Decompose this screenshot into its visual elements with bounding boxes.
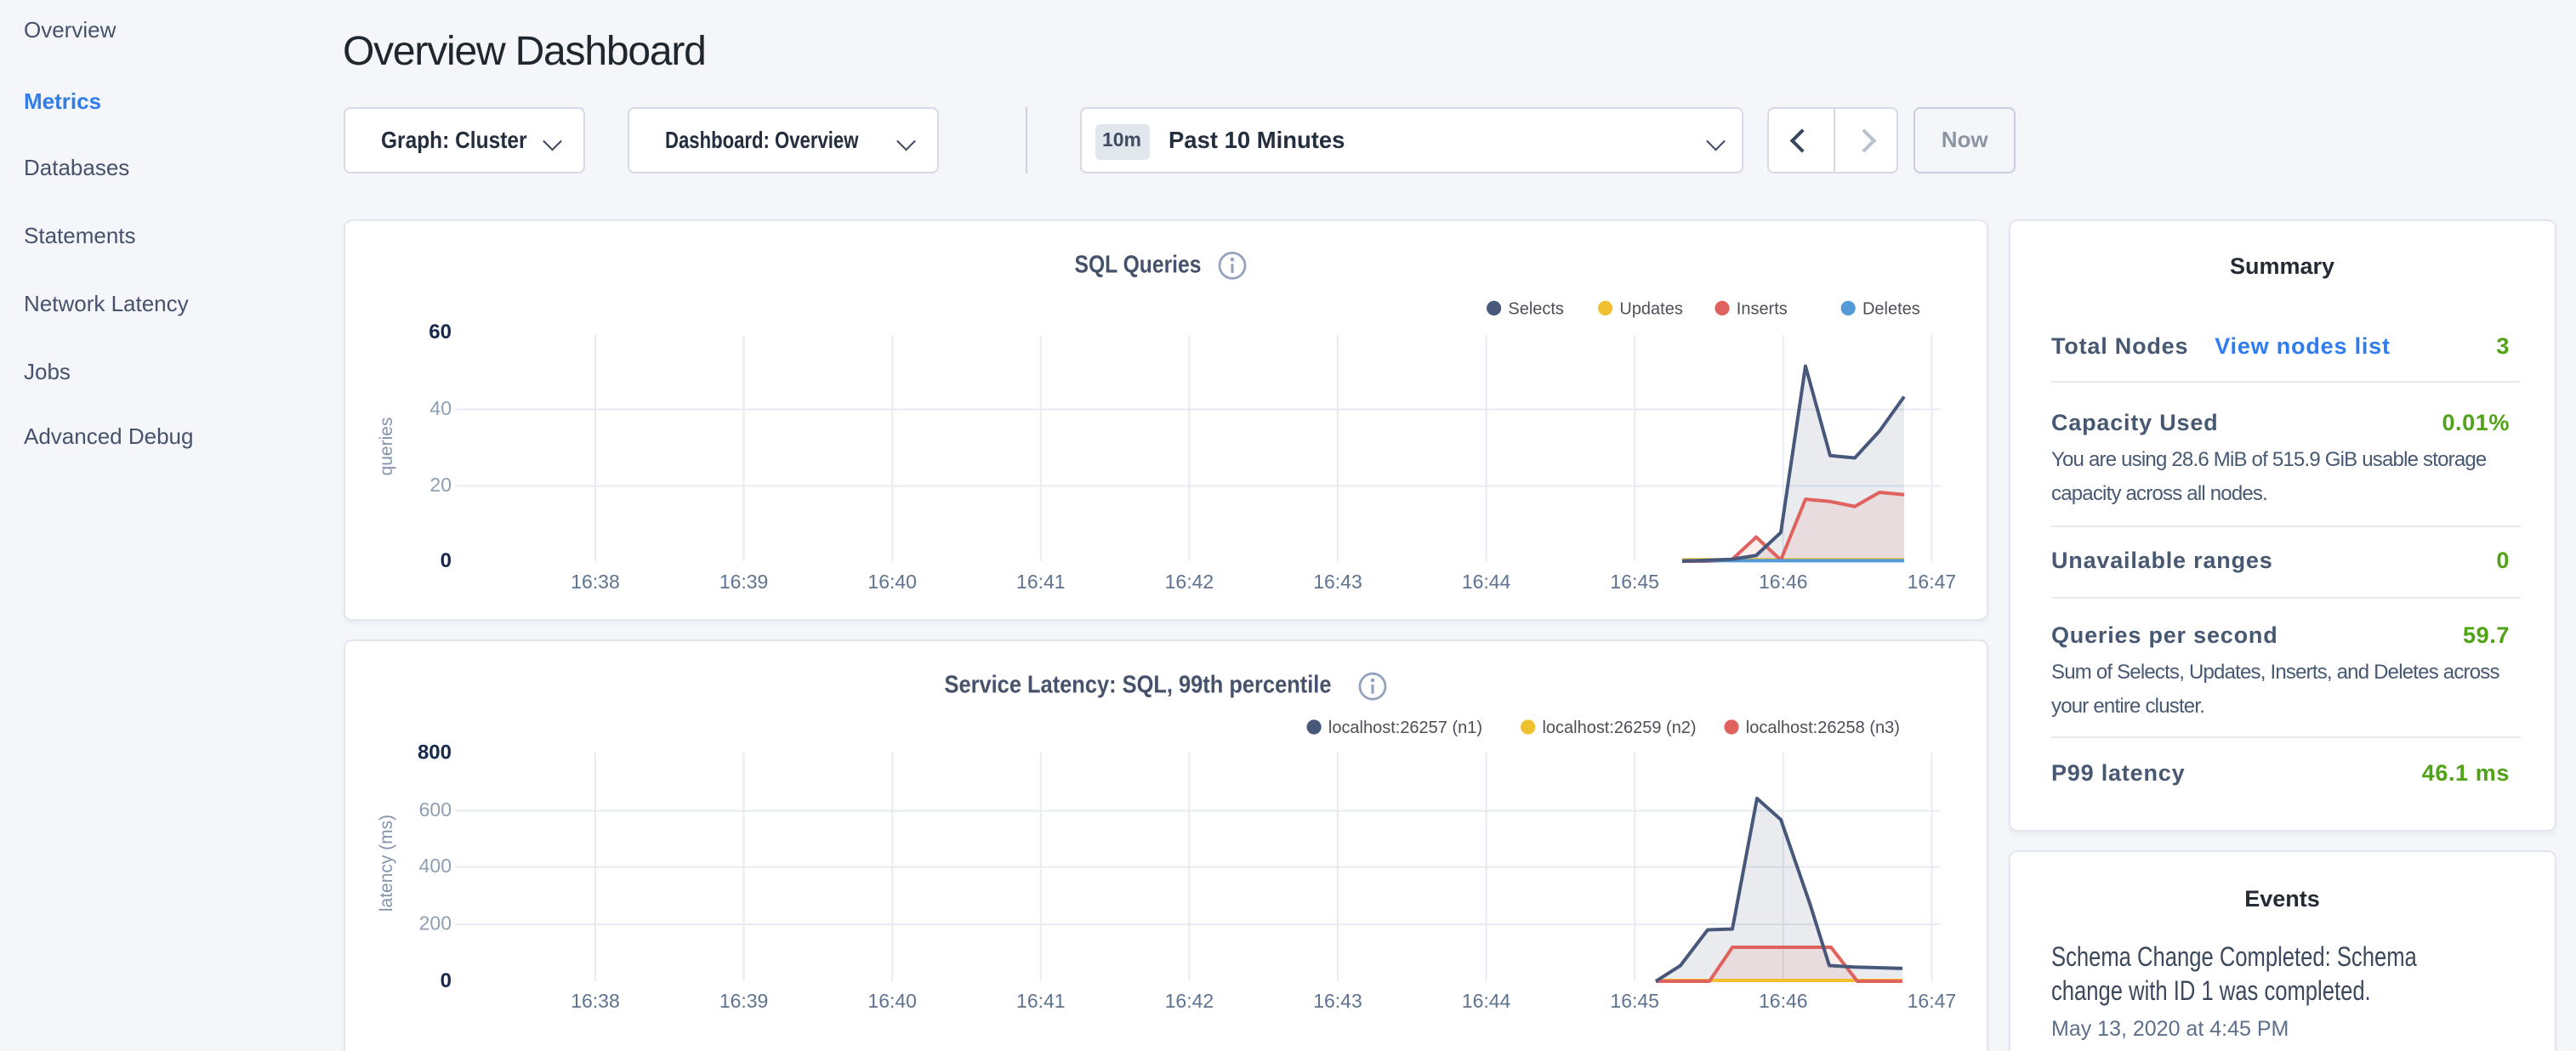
- svg-text:800: 800: [417, 741, 451, 764]
- svg-text:40: 40: [429, 396, 451, 418]
- svg-text:0: 0: [440, 548, 451, 571]
- svg-text:localhost:26259 (n2): localhost:26259 (n2): [1541, 719, 1695, 737]
- svg-text:16:43: 16:43: [1312, 570, 1362, 592]
- svg-text:16:45: 16:45: [1609, 570, 1658, 592]
- svg-text:60: 60: [428, 320, 451, 343]
- svg-text:localhost:26257 (n1): localhost:26257 (n1): [1328, 719, 1481, 737]
- svg-text:16:39: 16:39: [719, 570, 768, 592]
- svg-text:Selects: Selects: [1507, 299, 1563, 318]
- svg-text:16:46: 16:46: [1758, 990, 1807, 1012]
- svg-text:localhost:26258 (n3): localhost:26258 (n3): [1745, 719, 1899, 737]
- svg-text:600: 600: [418, 798, 451, 821]
- svg-text:Inserts: Inserts: [1736, 299, 1787, 318]
- svg-text:Deletes: Deletes: [1862, 299, 1919, 318]
- svg-text:SQL Queries: SQL Queries: [1073, 250, 1200, 277]
- svg-text:200: 200: [418, 912, 451, 935]
- svg-text:16:41: 16:41: [1015, 990, 1065, 1012]
- svg-text:queries: queries: [376, 417, 395, 475]
- svg-text:16:44: 16:44: [1461, 570, 1510, 592]
- svg-text:16:42: 16:42: [1164, 990, 1214, 1012]
- svg-text:0: 0: [440, 969, 451, 992]
- svg-text:Service Latency: SQL, 99th per: Service Latency: SQL, 99th percentile: [943, 672, 1330, 699]
- svg-text:Updates: Updates: [1618, 299, 1681, 318]
- svg-text:16:44: 16:44: [1461, 990, 1510, 1012]
- svg-text:16:47: 16:47: [1907, 990, 1956, 1012]
- svg-text:16:45: 16:45: [1609, 990, 1658, 1012]
- svg-text:16:38: 16:38: [570, 570, 619, 592]
- svg-text:16:38: 16:38: [570, 990, 619, 1012]
- svg-text:16:46: 16:46: [1758, 570, 1807, 592]
- svg-text:16:40: 16:40: [867, 990, 916, 1012]
- svg-text:16:43: 16:43: [1312, 990, 1362, 1012]
- svg-text:400: 400: [418, 855, 451, 877]
- svg-text:16:39: 16:39: [719, 990, 768, 1012]
- svg-text:latency (ms): latency (ms): [376, 815, 395, 912]
- svg-text:16:42: 16:42: [1164, 570, 1214, 592]
- svg-text:16:40: 16:40: [867, 570, 916, 592]
- svg-text:20: 20: [429, 473, 451, 495]
- svg-text:16:41: 16:41: [1015, 570, 1065, 592]
- svg-text:16:47: 16:47: [1907, 570, 1956, 592]
